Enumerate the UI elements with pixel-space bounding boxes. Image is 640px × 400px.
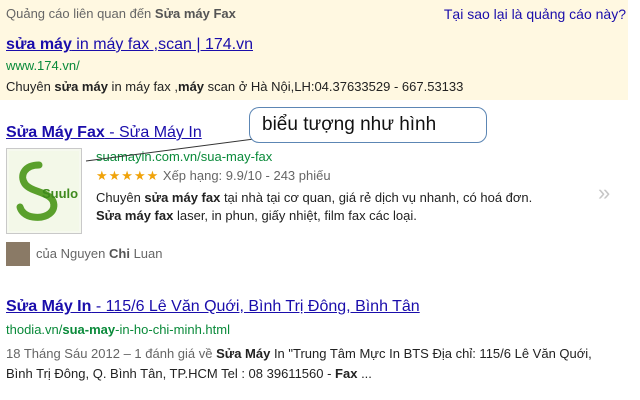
result1-desc-bold: sửa máy fax	[144, 190, 221, 205]
result2-url-bold: sua-may	[62, 322, 116, 337]
ad-description: Chuyên sửa máy in máy fax ,máy scan ở Hà…	[6, 79, 463, 94]
author-bold: Chi	[109, 246, 130, 261]
result1-desc-part: Chuyên	[96, 190, 145, 205]
result2-desc-part: ...	[357, 366, 372, 381]
ad-desc-bold: máy	[178, 79, 205, 94]
result1-desc-bold: Sửa máy fax	[96, 208, 174, 223]
author-avatar[interactable]	[6, 242, 30, 266]
result2-description: 18 Tháng Sáu 2012 – 1 đánh giá về Sửa Má…	[6, 344, 606, 384]
result1-desc-part: laser, in phun, giấy nhiệt, film fax các…	[173, 208, 417, 223]
ad-desc-part: scan ở Hà Nội,LH:04.37633529 - 667.53133	[204, 79, 464, 94]
result1-title-link[interactable]: Sửa Máy Fax - Sửa Máy In	[6, 124, 202, 142]
logo-text: Suulong	[42, 186, 79, 201]
result2-title-link[interactable]: Sửa Máy In - 115/6 Lê Văn Quới, Bình Trị…	[6, 298, 420, 316]
result2-title-bold: Sửa Máy In	[6, 298, 92, 315]
result2-desc-bold: Sửa Máy	[216, 346, 271, 361]
suulong-logo: Suulong	[9, 151, 79, 231]
result1-title-rest: - Sửa Máy In	[104, 124, 202, 141]
star-rating-icon: ★★★★★	[96, 168, 160, 183]
author-line: của Nguyen Chi Luan	[36, 246, 163, 261]
ad-desc-bold: sửa máy	[54, 79, 108, 94]
why-this-ad-link[interactable]: Tại sao lại là quảng cáo này?	[444, 6, 626, 22]
result2-title-rest: - 115/6 Lê Văn Quới, Bình Trị Đông, Bình…	[91, 298, 420, 315]
ad-desc-part: in máy fax ,	[107, 79, 179, 94]
rating-text: Xếp hạng: 9.9/10 - 243 phiếu	[159, 168, 331, 183]
ad-title-link[interactable]: sửa máy in máy fax ,scan | 174.vn	[6, 36, 253, 54]
result1-rating: ★★★★★ Xếp hạng: 9.9/10 - 243 phiếu	[96, 168, 331, 184]
result2-desc-bold: Fax	[335, 366, 358, 381]
ad-header-query: Sửa máy Fax	[154, 6, 236, 21]
result1-url: suamayin.com.vn/sua-may-fax	[96, 149, 273, 164]
result1-description: Chuyên sửa máy fax tại nhà tại cơ quan, …	[96, 189, 556, 225]
result2-url-part: -in-ho-chi-minh.html	[115, 322, 230, 337]
result1-desc-part: tại nhà tại cơ quan, giá rẻ dịch vụ nhan…	[220, 190, 533, 205]
result1-title-bold: Sửa Máy Fax	[6, 124, 105, 141]
ad-url: www.174.vn/	[6, 58, 80, 73]
ad-header: Quảng cáo liên quan đến Sửa máy Fax	[6, 6, 236, 21]
expand-chevron-icon[interactable]: »	[598, 180, 610, 206]
ad-desc-part: Chuyên	[6, 79, 55, 94]
annotation-callout: biểu tượng như hình	[249, 107, 487, 143]
result2-date: 18 Tháng Sáu 2012 – 1 đánh giá về	[6, 346, 217, 361]
author-prefix: của Nguyen	[36, 246, 109, 261]
result2-url: thodia.vn/sua-may-in-ho-chi-minh.html	[6, 322, 230, 337]
ad-title-rest: in máy fax ,scan | 174.vn	[71, 36, 253, 53]
result2-url-part: thodia.vn/	[6, 322, 63, 337]
ad-header-prefix: Quảng cáo liên quan đến	[6, 6, 152, 21]
result1-logo-thumbnail[interactable]: Suulong	[6, 148, 82, 234]
author-rest: Luan	[129, 246, 163, 261]
ad-title-bold: sửa máy	[6, 36, 72, 53]
